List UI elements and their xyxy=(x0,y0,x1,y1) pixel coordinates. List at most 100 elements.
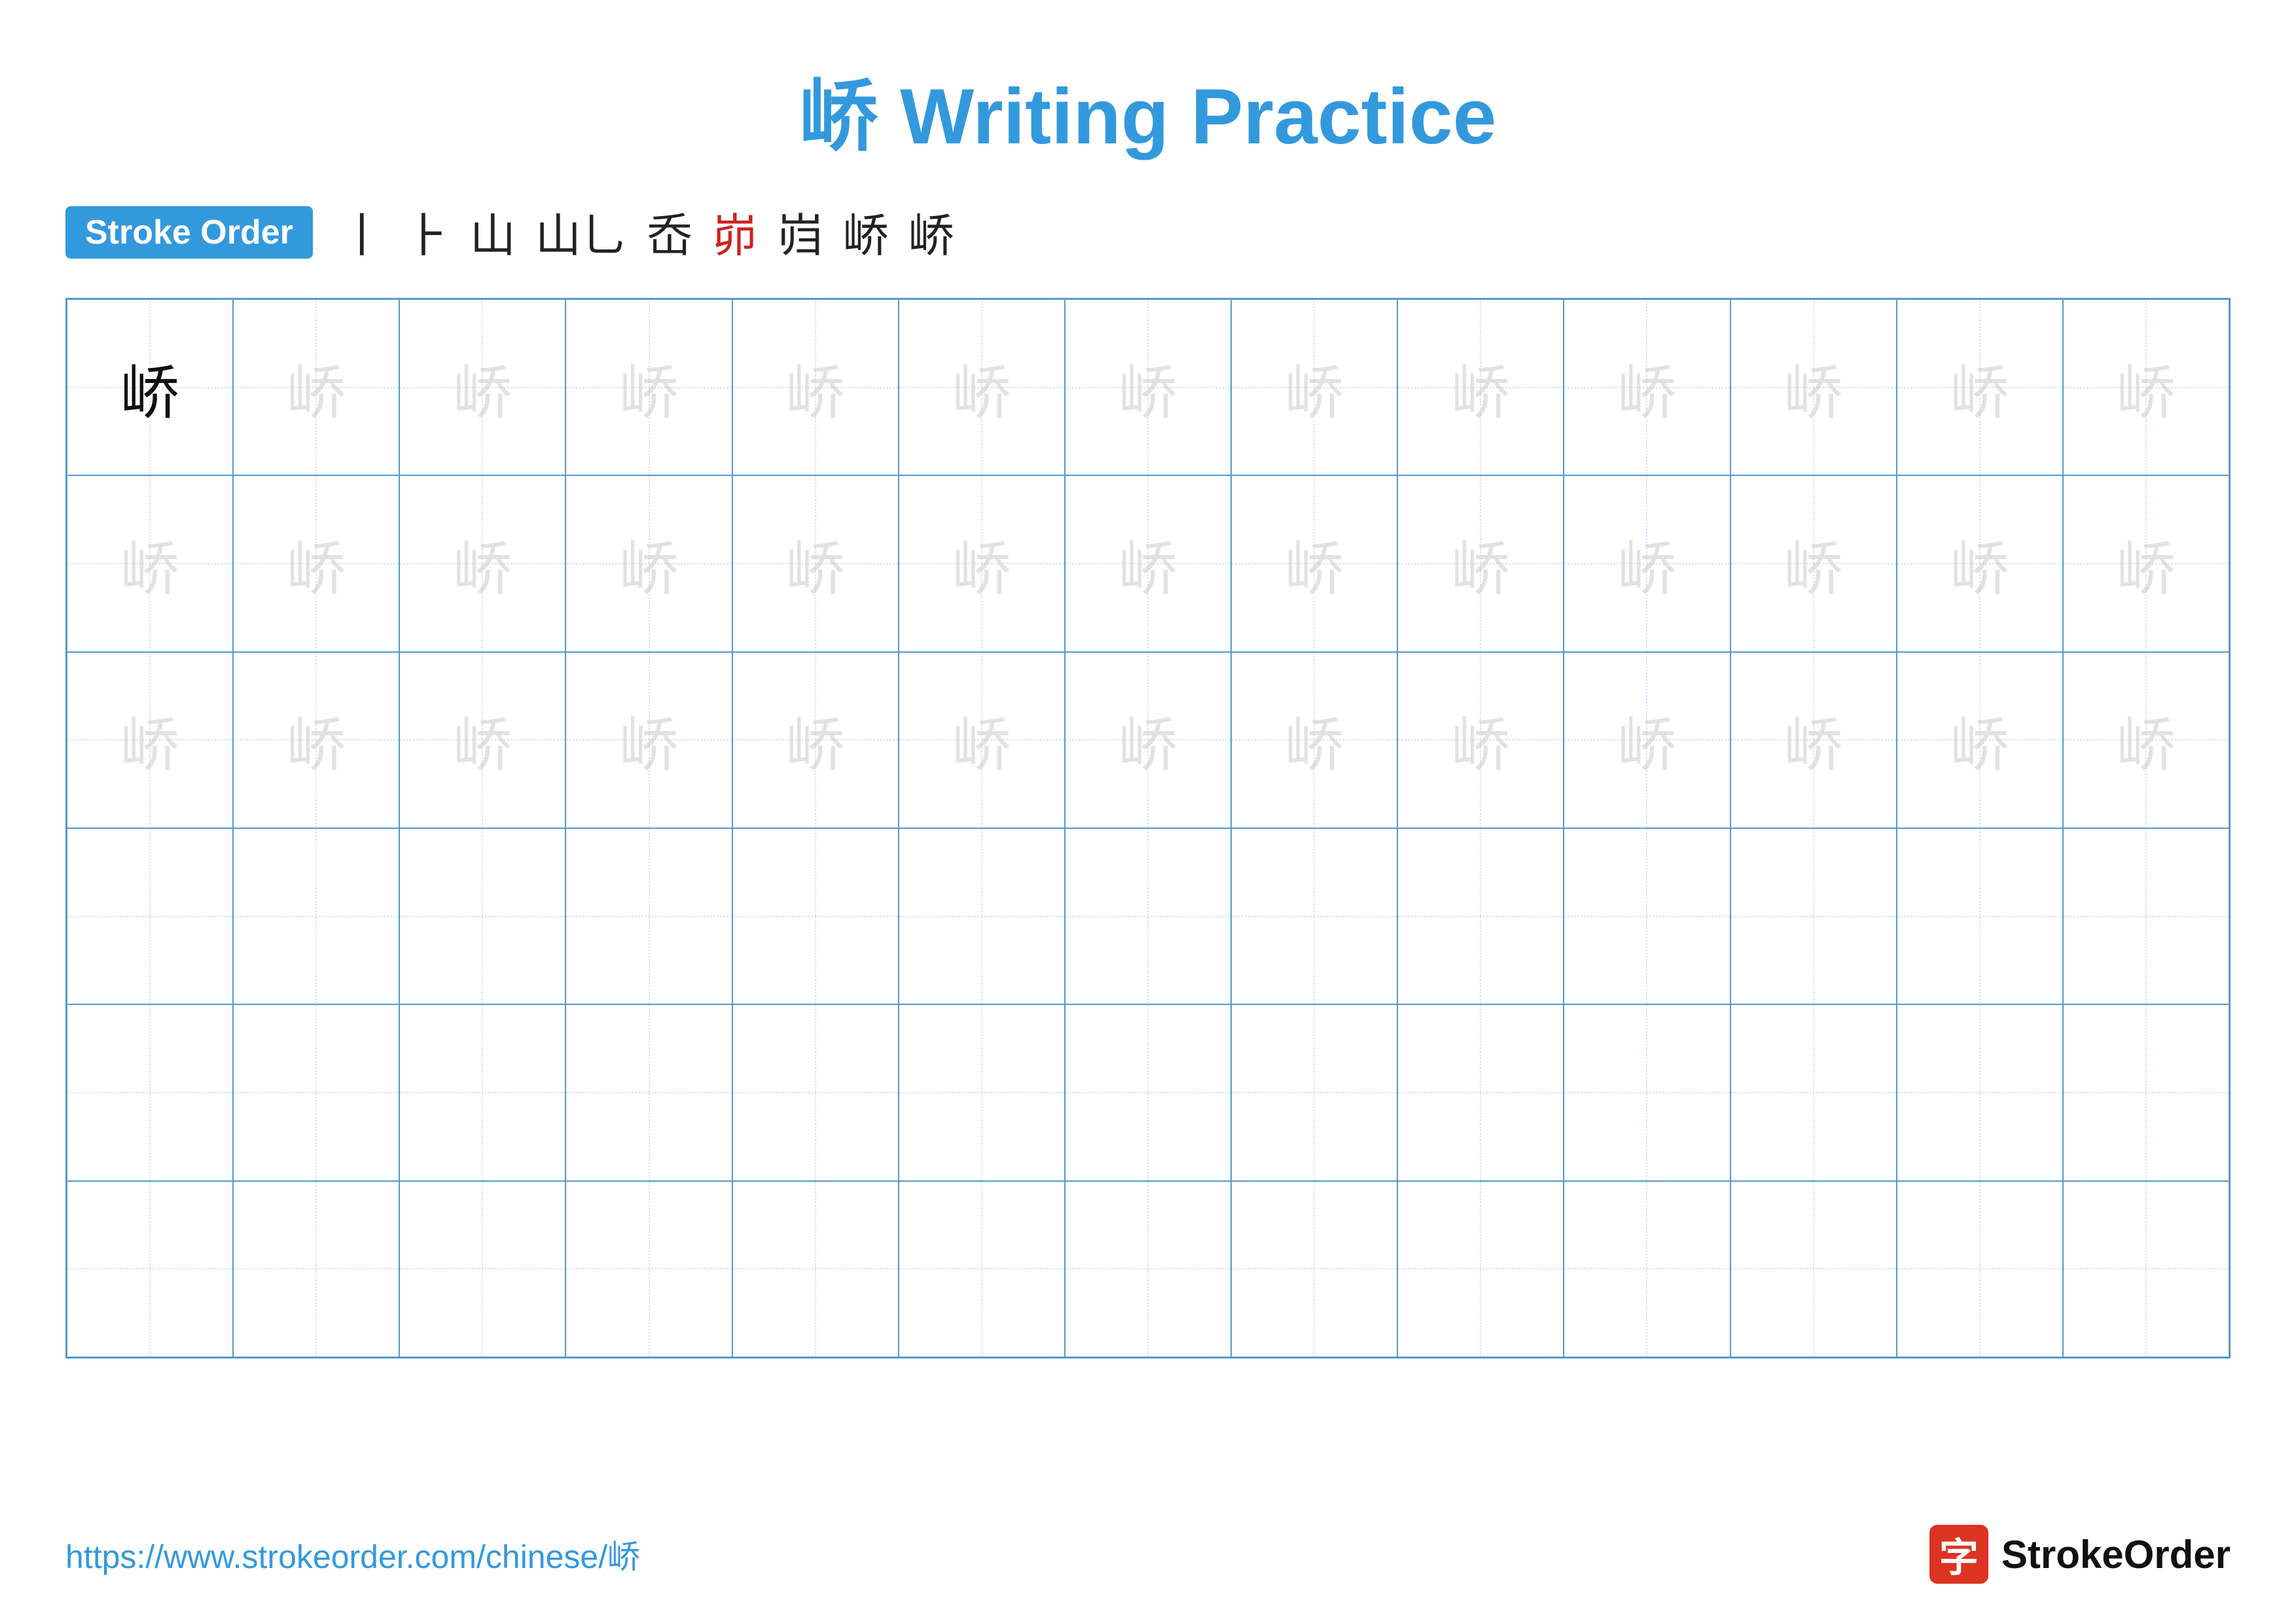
grid-cell[interactable] xyxy=(67,828,233,1004)
grid-cell[interactable]: 峤 xyxy=(1897,652,2063,828)
grid-cell[interactable]: 峤 xyxy=(1065,475,1231,651)
grid-cell[interactable] xyxy=(565,828,732,1004)
grid-cell[interactable] xyxy=(1564,828,1730,1004)
grid-cell[interactable]: 峤 xyxy=(67,475,233,651)
grid-cell[interactable] xyxy=(1231,1181,1397,1357)
stroke-order-badge: Stroke Order xyxy=(65,206,313,259)
grid-cell[interactable]: 峤 xyxy=(399,652,565,828)
grid-cell[interactable] xyxy=(1897,1181,2063,1357)
grid-cell[interactable] xyxy=(1065,828,1231,1004)
grid-cell[interactable]: 峤 xyxy=(732,475,899,651)
grid-cell[interactable] xyxy=(1065,1181,1231,1357)
grid-cell[interactable] xyxy=(67,1004,233,1180)
grid-cell[interactable]: 峤 xyxy=(565,299,732,475)
footer-url[interactable]: https://www.strokeorder.com/chinese/峤 xyxy=(65,1531,640,1578)
grid-cell[interactable]: 峤 xyxy=(233,475,399,651)
grid-cell[interactable]: 峤 xyxy=(2063,299,2229,475)
grid-cell[interactable]: 峤 xyxy=(1231,475,1397,651)
grid-cell[interactable] xyxy=(565,1004,732,1180)
grid-cell[interactable] xyxy=(1065,1004,1231,1180)
grid-cell[interactable] xyxy=(1731,1181,1897,1357)
title-text: Writing Practice xyxy=(878,73,1497,160)
grid-cell[interactable] xyxy=(1397,1181,1564,1357)
grid-cell[interactable] xyxy=(399,1181,565,1357)
grid-cell[interactable] xyxy=(233,828,399,1004)
grid-cell[interactable]: 峤 xyxy=(1065,652,1231,828)
grid-cell[interactable] xyxy=(2063,828,2229,1004)
grid-cell[interactable]: 峤 xyxy=(732,652,899,828)
practice-char: 峤 xyxy=(1285,697,1344,782)
stroke-step-9: 峤 xyxy=(908,199,954,265)
grid-cell[interactable]: 峤 xyxy=(899,475,1065,651)
grid-cell[interactable]: 峤 xyxy=(2063,475,2229,651)
grid-cell[interactable]: 峤 xyxy=(1731,299,1897,475)
grid-cell[interactable] xyxy=(233,1181,399,1357)
practice-char: 峤 xyxy=(786,521,845,606)
grid-cell[interactable]: 峤 xyxy=(233,652,399,828)
practice-char: 峤 xyxy=(1285,345,1344,430)
practice-char: 峤 xyxy=(120,345,179,430)
practice-char: 峤 xyxy=(620,345,679,430)
practice-char: 峤 xyxy=(1950,345,2009,430)
grid-cell[interactable]: 峤 xyxy=(1397,299,1564,475)
practice-char: 峤 xyxy=(1784,697,1843,782)
grid-cell[interactable] xyxy=(1897,1004,2063,1180)
practice-char: 峤 xyxy=(1285,521,1344,606)
grid-cell[interactable] xyxy=(732,828,899,1004)
grid-cell[interactable] xyxy=(1897,828,2063,1004)
grid-cell[interactable]: 峤 xyxy=(2063,652,2229,828)
grid-cell[interactable]: 峤 xyxy=(1564,652,1730,828)
grid-cell[interactable] xyxy=(732,1181,899,1357)
practice-char: 峤 xyxy=(2117,345,2176,430)
grid-cell[interactable]: 峤 xyxy=(899,652,1065,828)
grid-cell[interactable] xyxy=(399,1004,565,1180)
grid-cell[interactable]: 峤 xyxy=(1231,652,1397,828)
grid-cell[interactable] xyxy=(1564,1004,1730,1180)
grid-cell[interactable] xyxy=(899,1004,1065,1180)
practice-char: 峤 xyxy=(620,697,679,782)
stroke-step-2: ⺊ xyxy=(404,199,450,265)
grid-cell[interactable]: 峤 xyxy=(1397,652,1564,828)
practice-char: 峤 xyxy=(120,697,179,782)
grid-cell[interactable] xyxy=(899,828,1065,1004)
stroke-step-6: 峁 xyxy=(712,199,758,265)
grid-cell[interactable]: 峤 xyxy=(1564,299,1730,475)
grid-cell[interactable] xyxy=(233,1004,399,1180)
grid-cell[interactable]: 峤 xyxy=(67,299,233,475)
grid-cell[interactable]: 峤 xyxy=(1397,475,1564,651)
grid-cell[interactable]: 峤 xyxy=(565,475,732,651)
grid-cell[interactable] xyxy=(1564,1181,1730,1357)
grid-cell[interactable] xyxy=(2063,1181,2229,1357)
grid-cell[interactable]: 峤 xyxy=(1231,299,1397,475)
grid-cell[interactable] xyxy=(2063,1004,2229,1180)
grid-cell[interactable] xyxy=(1731,828,1897,1004)
grid-cell[interactable]: 峤 xyxy=(1564,475,1730,651)
grid-cell[interactable]: 峤 xyxy=(399,299,565,475)
grid-cell[interactable]: 峤 xyxy=(565,652,732,828)
grid-cell[interactable]: 峤 xyxy=(1731,652,1897,828)
grid-cell[interactable] xyxy=(1231,828,1397,1004)
grid-cell[interactable]: 峤 xyxy=(233,299,399,475)
logo-name: StrokeOrder xyxy=(2001,1532,2231,1577)
grid-cell[interactable] xyxy=(399,828,565,1004)
grid-cell[interactable] xyxy=(67,1181,233,1357)
practice-char: 峤 xyxy=(1119,697,1177,782)
practice-char: 峤 xyxy=(1784,345,1843,430)
grid-cell[interactable] xyxy=(1231,1004,1397,1180)
stroke-order-row: Stroke Order 丨 ⺊ 山 山⺃ 岙 峁 岿 峤 峤 xyxy=(65,199,2231,265)
practice-char: 峤 xyxy=(287,345,346,430)
grid-cell[interactable]: 峤 xyxy=(1897,475,2063,651)
grid-cell[interactable] xyxy=(1731,1004,1897,1180)
grid-cell[interactable]: 峤 xyxy=(732,299,899,475)
grid-cell[interactable]: 峤 xyxy=(67,652,233,828)
grid-cell[interactable] xyxy=(899,1181,1065,1357)
grid-cell[interactable]: 峤 xyxy=(1897,299,2063,475)
grid-cell[interactable]: 峤 xyxy=(899,299,1065,475)
grid-cell[interactable] xyxy=(1397,828,1564,1004)
grid-cell[interactable] xyxy=(732,1004,899,1180)
grid-cell[interactable] xyxy=(1397,1004,1564,1180)
grid-cell[interactable]: 峤 xyxy=(1731,475,1897,651)
grid-cell[interactable]: 峤 xyxy=(1065,299,1231,475)
grid-cell[interactable] xyxy=(565,1181,732,1357)
grid-cell[interactable]: 峤 xyxy=(399,475,565,651)
